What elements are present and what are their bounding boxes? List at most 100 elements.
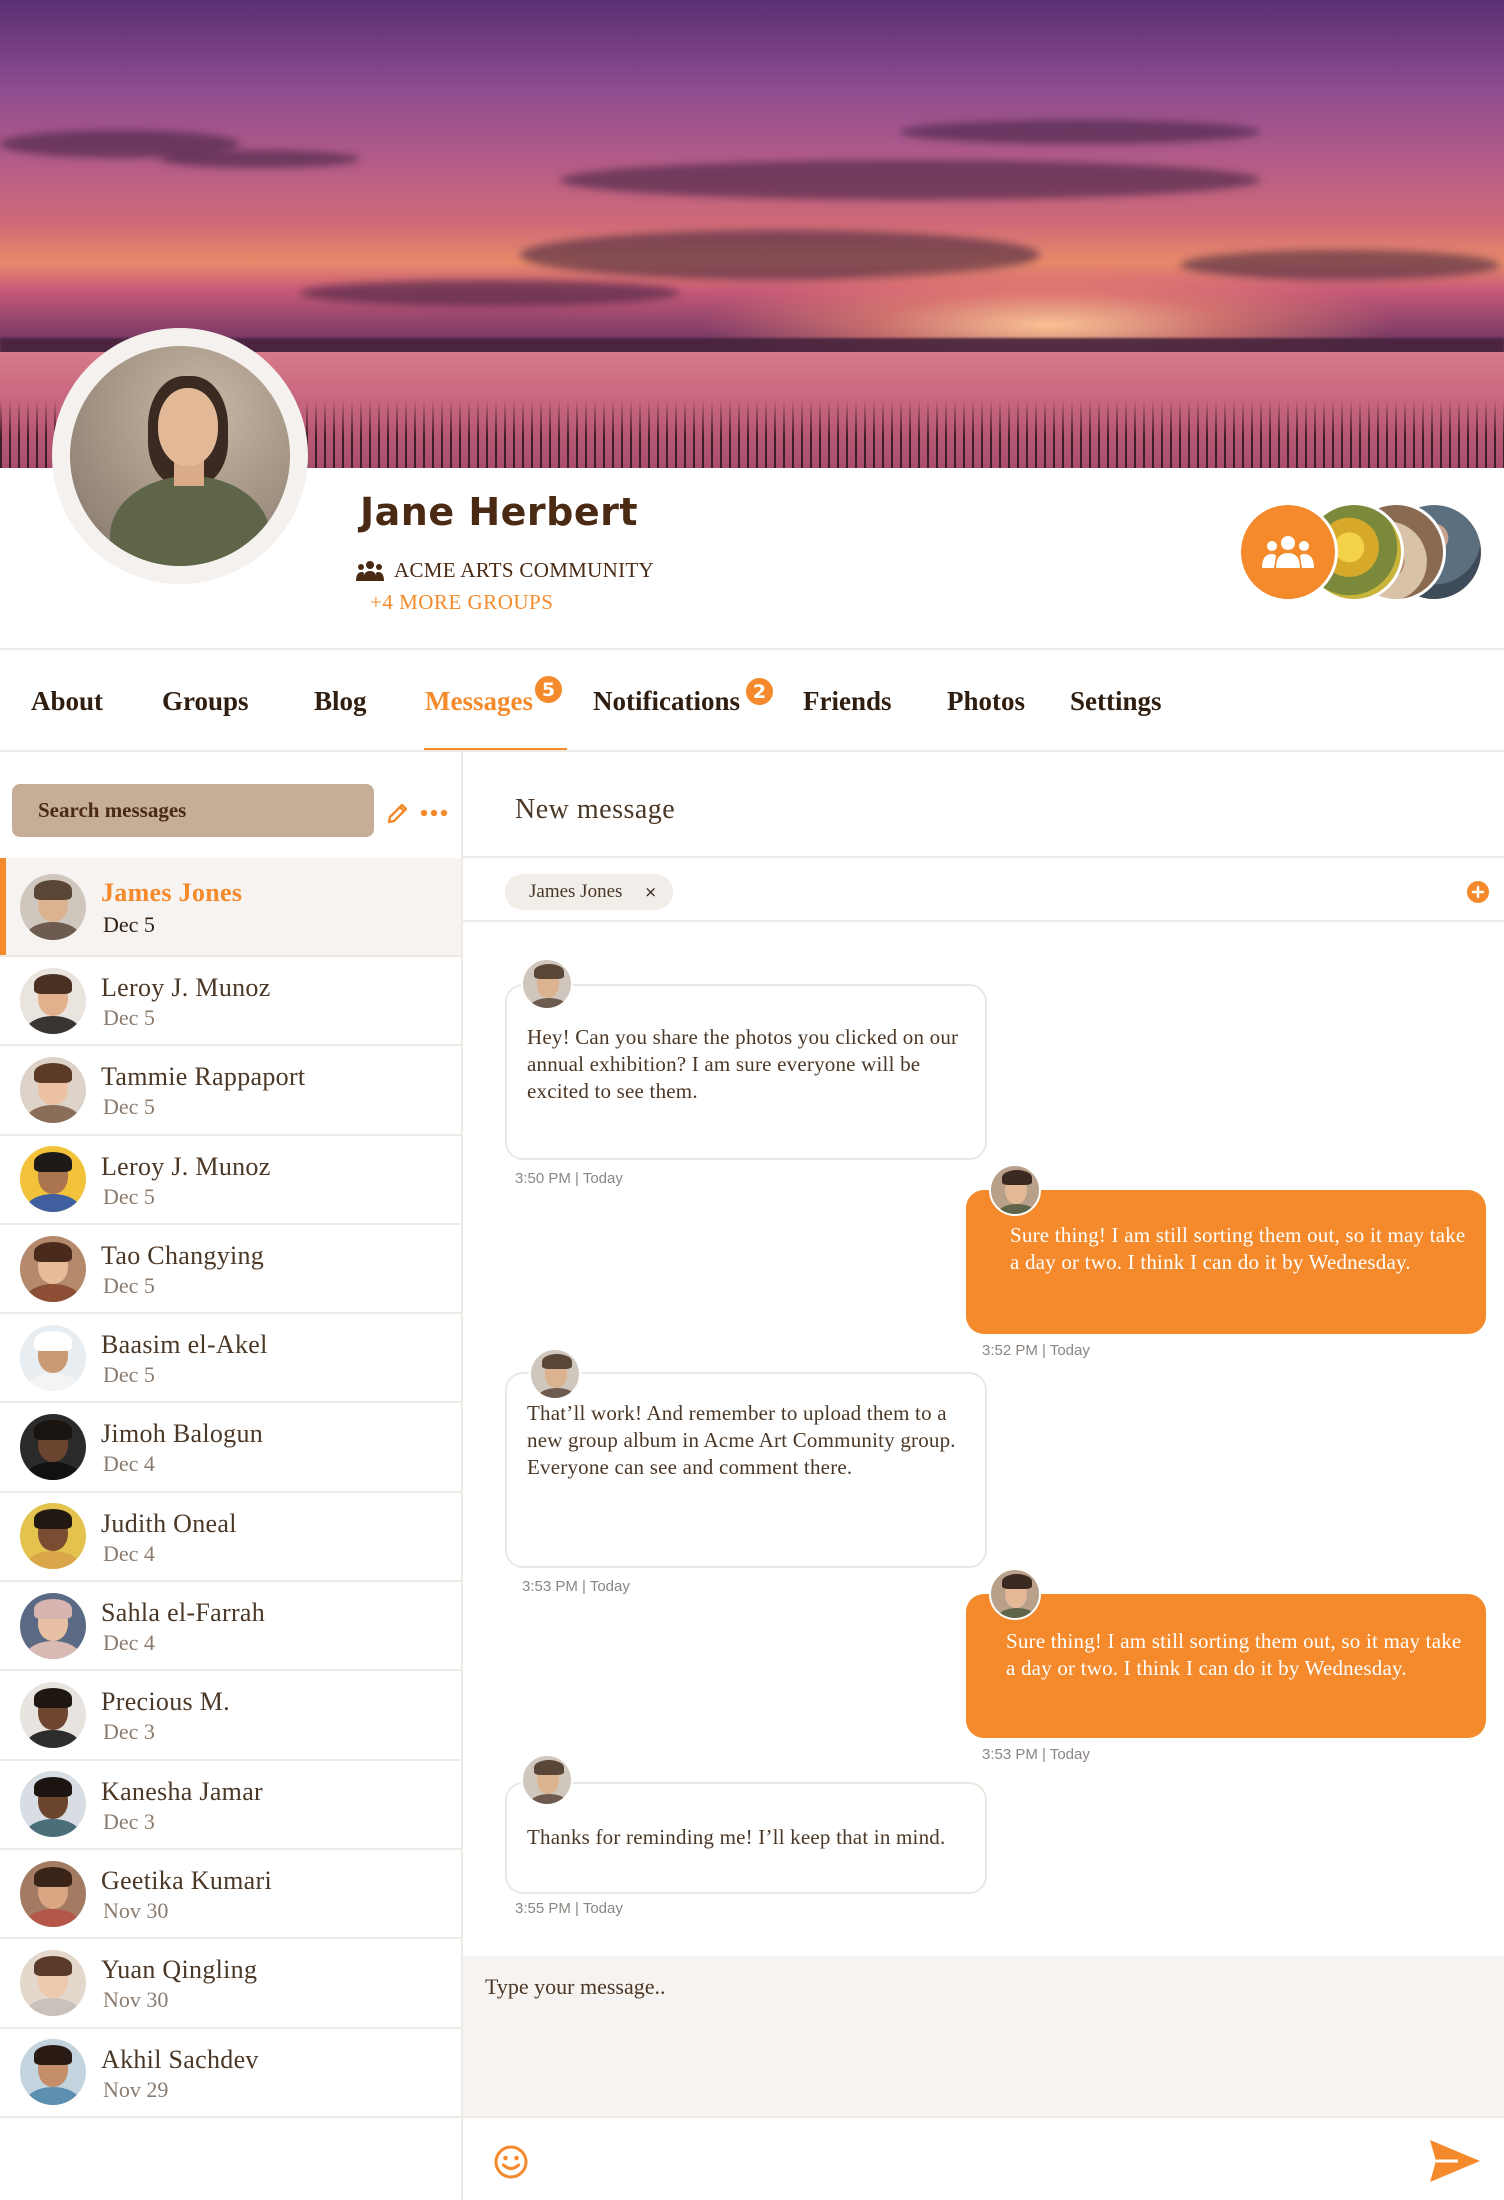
message-bubble-outgoing: Sure thing! I am still sorting them out,… xyxy=(966,1190,1486,1334)
message-text: That’ll work! And remember to upload the… xyxy=(527,1401,956,1479)
profile-name: Jane Herbert xyxy=(360,490,639,534)
sender-avatar xyxy=(521,958,573,1010)
contact-avatar xyxy=(20,873,86,940)
contact-avatar xyxy=(20,2039,86,2106)
contact-item[interactable]: Jimoh Balogun Dec 4 xyxy=(0,1403,461,1493)
more-groups-link[interactable]: +4 MORE GROUPS xyxy=(370,590,553,615)
message-timestamp: 3:52 PM | Today xyxy=(982,1342,1090,1359)
contact-name: Geetika Kumari xyxy=(101,1865,272,1895)
contact-item[interactable]: Geetika Kumari Nov 30 xyxy=(0,1850,461,1940)
contact-date: Dec 5 xyxy=(103,1005,155,1030)
contact-date: Dec 4 xyxy=(103,1630,155,1656)
contact-item[interactable]: Sahla el-Farrah Dec 4 xyxy=(0,1582,461,1672)
tab-settings[interactable]: Settings xyxy=(1070,686,1162,717)
sender-avatar xyxy=(529,1348,581,1400)
contact-date: Dec 5 xyxy=(103,1094,155,1120)
community-icon xyxy=(356,560,384,581)
tab-about[interactable]: About xyxy=(31,686,103,717)
profile-tabs: About Groups Blog Messages 5 Notificatio… xyxy=(0,650,1504,752)
contact-name: James Jones xyxy=(101,878,243,907)
recipient-name: James Jones xyxy=(529,881,623,902)
community-link[interactable]: ACME ARTS COMMUNITY xyxy=(356,558,654,583)
contact-name: Kanesha Jamar xyxy=(101,1776,263,1806)
message-timestamp: 3:50 PM | Today xyxy=(515,1170,623,1187)
contact-item[interactable]: Tao Changying Dec 5 xyxy=(0,1225,461,1315)
profile-avatar[interactable] xyxy=(52,328,308,584)
sender-avatar xyxy=(989,1568,1041,1620)
recipient-chip: James Jones × xyxy=(505,874,673,910)
contact-avatar xyxy=(20,1235,86,1302)
conversation-panel: New message James Jones × Hey! Can you s… xyxy=(463,752,1504,2200)
contact-name: Baasim el-Akel xyxy=(101,1330,268,1360)
contact-item[interactable]: Kanesha Jamar Dec 3 xyxy=(0,1761,461,1850)
contact-avatar xyxy=(20,1324,86,1391)
contact-date: Dec 5 xyxy=(103,1183,155,1209)
tab-friends[interactable]: Friends xyxy=(803,686,892,717)
message-input[interactable] xyxy=(463,1956,1504,2116)
group-icon xyxy=(1262,536,1314,568)
composer-toolbar xyxy=(463,2116,1504,2200)
community-name: ACME ARTS COMMUNITY xyxy=(394,558,654,582)
contact-name: Tammie Rappaport xyxy=(101,1062,306,1092)
contact-name: Jimoh Balogun xyxy=(101,1419,264,1449)
contact-date: Nov 30 xyxy=(103,1987,169,2013)
contact-name: Leroy J. Munoz xyxy=(101,973,271,1002)
contact-item[interactable]: Leroy J. Munoz Dec 5 xyxy=(0,1136,461,1225)
contact-name: Precious M. xyxy=(101,1687,230,1717)
contact-date: Dec 5 xyxy=(103,912,155,937)
group-avatars[interactable] xyxy=(1238,502,1484,602)
contact-avatar xyxy=(20,1860,86,1927)
group-avatar[interactable] xyxy=(1238,502,1338,602)
send-icon[interactable] xyxy=(1428,2138,1482,2184)
message-timestamp: 3:55 PM | Today xyxy=(515,1900,623,1917)
add-icon[interactable] xyxy=(1466,880,1490,904)
contact-name: Sahla el-Farrah xyxy=(101,1598,266,1628)
contact-avatar xyxy=(20,1503,86,1570)
more-icon[interactable] xyxy=(420,808,448,818)
contact-avatar xyxy=(20,1414,86,1481)
contact-name: Leroy J. Munoz xyxy=(101,1151,271,1181)
messages-badge: 5 xyxy=(533,674,564,705)
contact-item[interactable]: Yuan Qingling Nov 30 xyxy=(0,1939,461,2029)
emoji-icon[interactable] xyxy=(493,2144,529,2180)
contact-avatar xyxy=(20,967,86,1034)
tab-messages[interactable]: Messages xyxy=(425,686,533,717)
conversation-title: New message xyxy=(515,794,676,825)
contact-item[interactable]: Tammie Rappaport Dec 5 xyxy=(0,1046,461,1136)
contact-name: Akhil Sachdev xyxy=(101,2044,259,2074)
message-text: Hey! Can you share the photos you clicke… xyxy=(527,1025,959,1103)
contact-item[interactable]: James Jones Dec 5 xyxy=(0,858,461,957)
edit-icon[interactable] xyxy=(386,801,410,825)
contact-avatar xyxy=(20,1949,86,2016)
contact-name: Tao Changying xyxy=(101,1240,265,1270)
notifications-badge: 2 xyxy=(744,676,775,707)
contact-date: Dec 4 xyxy=(103,1540,155,1566)
contact-item[interactable]: Akhil Sachdev Nov 29 xyxy=(0,2029,461,2118)
message-text: Sure thing! I am still sorting them out,… xyxy=(1006,1629,1462,1680)
contact-item[interactable]: Leroy J. Munoz Dec 5 xyxy=(0,957,461,1047)
contact-name: Judith Oneal xyxy=(101,1508,237,1538)
contact-item[interactable]: Precious M. Dec 3 xyxy=(0,1671,461,1761)
close-icon[interactable]: × xyxy=(644,883,657,901)
tab-groups[interactable]: Groups xyxy=(162,686,249,717)
message-bubble-incoming: Hey! Can you share the photos you clicke… xyxy=(505,984,987,1160)
tab-blog[interactable]: Blog xyxy=(314,686,367,717)
contact-date: Nov 30 xyxy=(103,1897,169,1923)
search-input[interactable] xyxy=(12,784,374,837)
message-timestamp: 3:53 PM | Today xyxy=(522,1578,630,1595)
message-bubble-incoming: Thanks for reminding me! I’ll keep that … xyxy=(505,1782,987,1894)
sender-avatar xyxy=(521,1754,573,1806)
contact-item[interactable]: Baasim el-Akel Dec 5 xyxy=(0,1314,461,1404)
tab-notifications[interactable]: Notifications xyxy=(593,686,740,717)
contact-avatar xyxy=(20,1771,86,1838)
contact-avatar xyxy=(20,1682,86,1749)
contact-date: Dec 3 xyxy=(103,1719,155,1745)
conversation-list-panel: James Jones Dec 5 Leroy J. Munoz Dec 5 T… xyxy=(0,752,463,2200)
sender-avatar xyxy=(989,1164,1041,1216)
tab-photos[interactable]: Photos xyxy=(947,686,1025,717)
message-timestamp: 3:53 PM | Today xyxy=(982,1746,1090,1763)
contact-date: Dec 5 xyxy=(103,1362,155,1388)
contact-date: Dec 5 xyxy=(103,1272,155,1298)
message-text: Sure thing! I am still sorting them out,… xyxy=(1010,1223,1466,1274)
contact-item[interactable]: Judith Oneal Dec 4 xyxy=(0,1493,461,1583)
